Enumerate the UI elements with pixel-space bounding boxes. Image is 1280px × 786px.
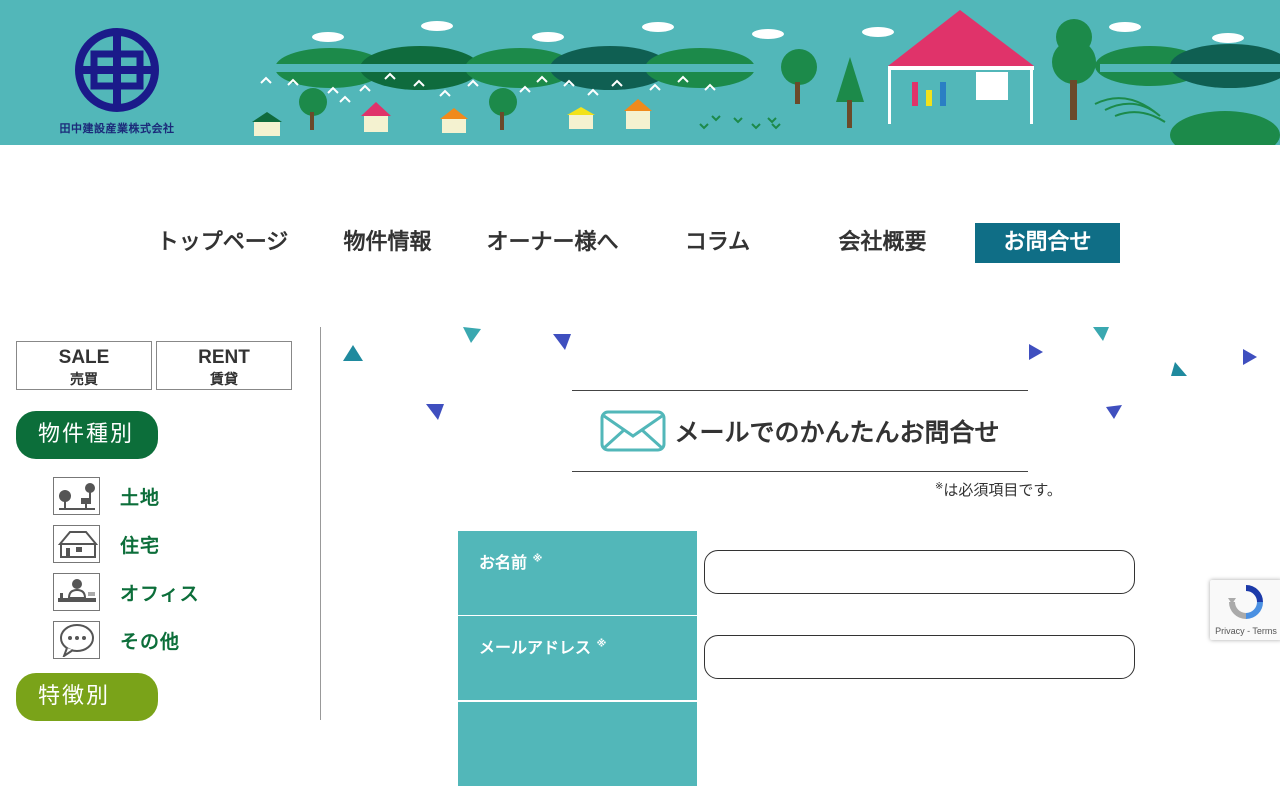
contact-title-text: メールでのかんたんお問合せ xyxy=(674,418,1000,447)
category-item-other[interactable]: その他 xyxy=(53,616,200,664)
decorative-triangle xyxy=(1029,344,1043,360)
company-name: 田中建設産業株式会社 xyxy=(59,122,175,135)
name-field[interactable] xyxy=(704,550,1135,594)
decorative-triangle xyxy=(553,334,571,350)
decorative-triangle xyxy=(426,404,444,420)
house-icon xyxy=(53,525,100,563)
land-icon xyxy=(53,477,100,515)
nav-company-profile[interactable]: 会社概要 xyxy=(800,223,965,263)
name-label: お名前 ※ xyxy=(458,531,697,615)
speech-bubble-icon xyxy=(53,621,100,659)
global-nav: トップページ 物件情報 オーナー様へ コラム 会社概要 お問合せ xyxy=(140,223,1120,263)
required-note: ※は必須項目です。 xyxy=(935,479,1062,500)
required-mark: ※ xyxy=(532,553,543,565)
category-item-office[interactable]: オフィス xyxy=(53,568,200,616)
email-label-text: メールアドレス xyxy=(479,638,592,657)
recaptcha-icon xyxy=(1228,585,1263,619)
tab-rent-ja: 賃貸 xyxy=(210,372,238,388)
category-label-office: オフィス xyxy=(120,582,200,605)
tab-rent-en: RENT xyxy=(198,347,250,368)
office-icon xyxy=(53,573,100,611)
required-note-text: は必須項目です。 xyxy=(943,481,1062,499)
category-item-house[interactable]: 住宅 xyxy=(53,520,200,568)
name-label-text: お名前 xyxy=(479,553,528,572)
tab-rent[interactable]: RENT 賃貸 xyxy=(156,341,292,390)
tab-sale-en: SALE xyxy=(58,347,110,368)
company-logo-mark-icon xyxy=(75,28,159,112)
nav-for-owners[interactable]: オーナー様へ xyxy=(470,223,635,263)
recaptcha-badge[interactable]: Privacy - Terms xyxy=(1210,580,1280,640)
decorative-triangle xyxy=(1243,349,1257,365)
nav-property-info[interactable]: 物件情報 xyxy=(305,223,470,263)
category-label-house: 住宅 xyxy=(120,534,161,557)
sidebar: SALE 売買 RENT 賃貸 物件種別 土地 住宅 オフィス その他 特徴別 xyxy=(0,327,321,721)
recaptcha-links[interactable]: Privacy - Terms xyxy=(1210,626,1280,636)
category-label-land: 土地 xyxy=(120,486,161,509)
form-row-name: お名前 ※ xyxy=(458,531,1138,615)
decorative-triangle xyxy=(1171,362,1187,376)
required-mark: ※ xyxy=(596,638,607,650)
contact-title: メールでのかんたんお問合せ xyxy=(572,390,1028,472)
contact-section: メールでのかんたんお問合せ ※は必須項目です。 お名前 ※ メールアドレス ※ xyxy=(321,327,1280,786)
tab-sale[interactable]: SALE 売買 xyxy=(16,341,152,390)
nav-top-page[interactable]: トップページ xyxy=(140,223,305,263)
decorative-triangle xyxy=(1093,327,1109,341)
category-label-other: その他 xyxy=(120,630,181,653)
tab-sale-ja: 売買 xyxy=(70,372,98,388)
nav-column[interactable]: コラム xyxy=(635,223,800,263)
envelope-icon xyxy=(600,410,666,452)
company-logo[interactable]: 田中建設産業株式会社 xyxy=(52,28,182,136)
property-type-heading: 物件種別 xyxy=(16,411,158,459)
sale-rent-tabs: SALE 売買 RENT 賃貸 xyxy=(16,341,292,390)
form-row-next xyxy=(458,702,1138,786)
property-type-list: 土地 住宅 オフィス その他 xyxy=(53,472,200,664)
decorative-triangle xyxy=(343,345,363,361)
decorative-triangle xyxy=(1106,405,1122,419)
feature-heading: 特徴別 xyxy=(16,673,158,721)
nav-contact[interactable]: お問合せ xyxy=(975,223,1120,263)
form-row-email: メールアドレス ※ xyxy=(458,616,1138,700)
next-field-label xyxy=(458,702,697,786)
town-illustration xyxy=(252,10,1280,145)
decorative-triangle xyxy=(463,327,481,343)
header-banner: 田中建設産業株式会社 xyxy=(0,0,1280,145)
category-item-land[interactable]: 土地 xyxy=(53,472,200,520)
email-label: メールアドレス ※ xyxy=(458,616,697,700)
email-field[interactable] xyxy=(704,635,1135,679)
